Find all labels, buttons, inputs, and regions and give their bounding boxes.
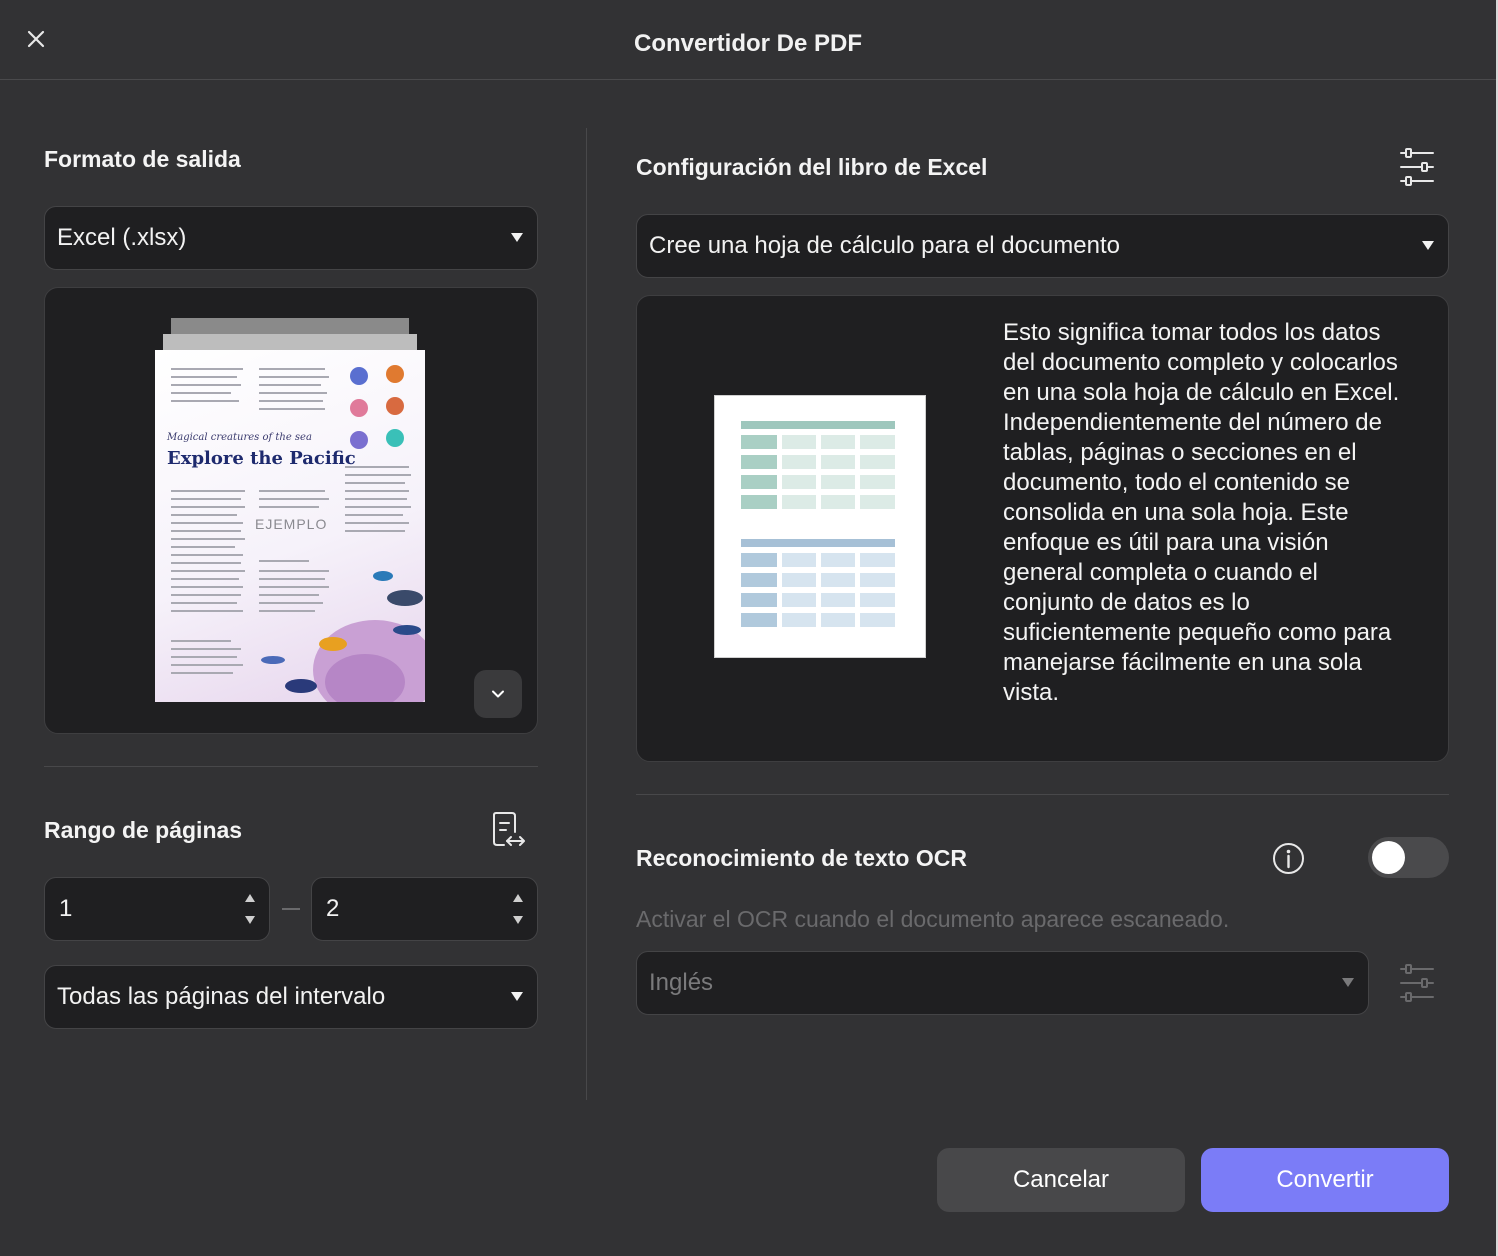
page-stack-middle [163, 334, 417, 350]
ocr-info-button[interactable] [1272, 842, 1305, 875]
caret-down-icon [1342, 978, 1354, 987]
info-icon [1273, 843, 1304, 874]
page-from-input[interactable]: 1 [44, 877, 270, 941]
sliders-icon [1400, 964, 1434, 1002]
page-range-icon [493, 812, 525, 846]
cancel-button[interactable]: Cancelar [937, 1148, 1185, 1212]
right-divider [636, 794, 1449, 795]
sliders-icon [1400, 148, 1434, 186]
ocr-heading: Reconocimiento de texto OCR [636, 845, 967, 871]
excel-settings-button[interactable] [1398, 147, 1436, 187]
page-to-input[interactable]: 2 [311, 877, 538, 941]
spreadsheet-illustration [714, 395, 926, 658]
page-range-button[interactable] [488, 810, 528, 852]
ocr-hint: Activar el OCR cuando el documento apare… [636, 906, 1230, 932]
excel-mode-value: Cree una hoja de cálculo para el documen… [649, 232, 1120, 259]
page-to-decrement[interactable] [513, 916, 523, 924]
excel-mode-select[interactable]: Cree una hoja de cálculo para el documen… [636, 214, 1449, 278]
convert-button[interactable]: Convertir [1201, 1148, 1449, 1212]
sea-illustration [261, 571, 425, 702]
dialog-header: Convertidor De PDF [0, 0, 1496, 80]
chevron-down-icon [492, 690, 504, 698]
left-divider [44, 766, 538, 767]
spreadsheet-icon [741, 421, 895, 627]
excel-mode-description: Esto significa tomar todos los datos del… [1003, 319, 1400, 706]
page-range-heading: Rango de páginas [44, 817, 243, 843]
page-subset-value: Todas las páginas del intervalo [57, 983, 386, 1010]
page-preview: Magical creatures of the sea Explore the… [155, 350, 425, 702]
column-divider [586, 128, 587, 1100]
document-thumbnail: Magical creatures of the sea Explore the… [155, 318, 425, 702]
page-subset-select[interactable]: Todas las páginas del intervalo [44, 965, 538, 1029]
ocr-toggle-knob [1372, 841, 1405, 874]
page-to-increment[interactable] [513, 894, 523, 902]
dialog-title: Convertidor De PDF [633, 30, 863, 57]
caret-down-icon [511, 233, 523, 242]
output-format-select[interactable]: Excel (.xlsx) [44, 206, 538, 270]
ocr-settings-button[interactable] [1398, 963, 1436, 1003]
range-dash [282, 908, 300, 910]
page-stack-back [171, 318, 409, 334]
preview-subtitle: Magical creatures of the sea [167, 432, 312, 443]
page-from-increment[interactable] [245, 894, 255, 902]
caret-down-icon [1422, 241, 1434, 250]
page-from-value: 1 [59, 895, 73, 922]
output-format-value: Excel (.xlsx) [57, 224, 187, 251]
caret-down-icon [511, 992, 523, 1001]
ocr-language-select[interactable]: Inglés [636, 951, 1369, 1015]
page-from-decrement[interactable] [245, 916, 255, 924]
excel-config-heading: Configuración del libro de Excel [636, 154, 988, 180]
output-format-heading: Formato de salida [44, 146, 241, 172]
watermark: EJEMPLO [255, 516, 328, 532]
ocr-toggle[interactable] [1368, 837, 1449, 878]
ocr-language-value: Inglés [649, 969, 714, 996]
page-to-value: 2 [326, 895, 340, 922]
coral-illustrations [350, 365, 404, 449]
expand-preview-button[interactable] [474, 670, 522, 718]
preview-headline: Explore the Pacific [167, 448, 356, 469]
